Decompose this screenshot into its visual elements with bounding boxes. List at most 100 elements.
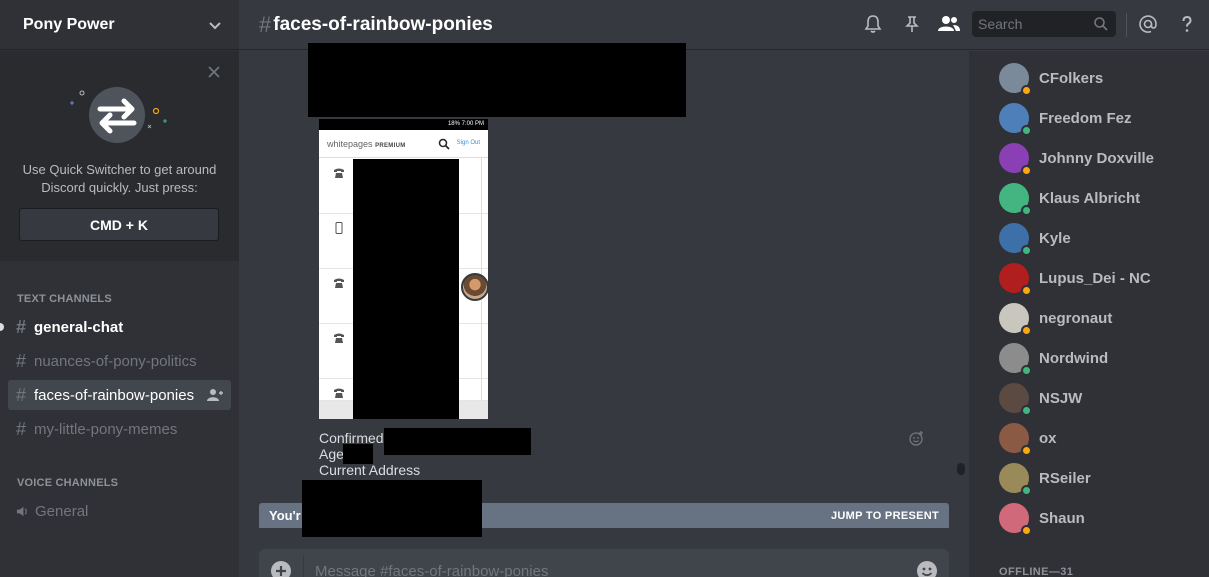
bell-icon[interactable] [863,14,883,34]
online-status-icon [1021,245,1032,256]
online-status-icon [1021,125,1032,136]
member-list[interactable]: CFolkers Freedom Fez Johnny Doxville Klaus … [969,51,1209,577]
member-item[interactable]: negronaut [999,302,1113,336]
whitepages-logo: whitepages PREMIUM [327,139,406,149]
redacted-block [343,444,373,464]
scrollbar-thumb[interactable] [957,463,965,475]
member-item[interactable]: ox [999,422,1057,456]
close-icon[interactable] [207,65,221,79]
speaker-icon [16,506,27,516]
search-input[interactable] [972,11,1090,37]
member-name: ox [1039,429,1057,447]
member-name: Kyle [1039,229,1071,247]
avatar[interactable] [999,103,1032,136]
message-address: Current Address [319,462,421,478]
avatar[interactable] [999,63,1032,96]
search-icon [438,138,450,150]
add-reaction-icon[interactable] [909,430,925,446]
member-item[interactable]: Klaus Albricht [999,182,1141,216]
members-icon[interactable] [937,14,961,34]
member-item[interactable]: Lupus_Dei - NC [999,262,1151,296]
channel-label: nuances-of-pony-politics [34,352,197,370]
hash-icon: # [16,418,27,439]
member-item[interactable]: RSeiler [999,462,1091,496]
idle-status-icon [1021,445,1032,456]
avatar[interactable] [999,223,1032,256]
idle-status-icon [1021,85,1032,96]
avatar[interactable] [999,143,1032,176]
member-name: Klaus Albricht [1039,189,1141,207]
search-box[interactable] [972,11,1116,37]
quick-switcher-icon [70,87,167,143]
channel-faces-of-rainbow-ponies[interactable]: # faces-of-rainbow-ponies [8,380,231,410]
mention-icon[interactable] [1138,14,1158,34]
member-name: Shaun [1039,509,1085,527]
shortcut-key: CMD + K [19,208,219,241]
member-item[interactable]: Kyle [999,222,1071,256]
embedded-avatar [461,273,489,301]
text-channels-header[interactable]: TEXT CHANNELS [17,293,112,305]
member-item[interactable]: Johnny Doxville [999,142,1155,176]
guild-name: Pony Power [23,15,115,33]
avatar[interactable] [999,383,1032,416]
hash-icon: # [16,350,27,371]
pin-icon[interactable] [902,14,922,34]
channel-nuances-of-pony-politics[interactable]: # nuances-of-pony-politics [8,346,231,376]
channel-sidebar: Pony Power Use Quick Switcher to get aro… [0,0,239,577]
upload-plus-icon[interactable] [271,561,291,577]
member-item[interactable]: NSJW [999,382,1082,416]
voice-channels-header[interactable]: VOICE CHANNELS [17,477,118,489]
discord-app: Pony Power Use Quick Switcher to get aro… [0,0,1209,577]
channel-label: faces-of-rainbow-ponies [34,386,195,404]
avatar[interactable] [999,183,1032,216]
member-name: negronaut [1039,309,1113,327]
phone-status-bar: 18% 7:00 PM [319,119,488,130]
idle-status-icon [1021,525,1032,536]
member-item[interactable]: Shaun [999,502,1085,536]
idle-status-icon [1021,165,1032,176]
redacted-block [353,159,459,419]
avatar[interactable] [999,423,1032,456]
hash-icon: # [259,12,272,37]
member-item[interactable]: Freedom Fez [999,102,1132,136]
message-composer[interactable] [259,549,949,577]
message-list[interactable]: 18% 7:00 PM whitepages PREMIUM Sign Out … [239,43,969,537]
redacted-block [384,428,531,455]
hash-icon: # [16,384,27,405]
telephone-icon [334,333,344,343]
header-divider [1126,13,1127,37]
quick-switcher-tip: Use Quick Switcher to get around Discord… [0,51,239,261]
composer-divider [303,555,304,577]
channel-label: my-little-pony-memes [34,420,178,438]
member-item[interactable]: CFolkers [999,62,1104,96]
attachment-image[interactable]: 18% 7:00 PM whitepages PREMIUM Sign Out [319,119,488,419]
message-input[interactable] [315,559,895,577]
channel-my-little-pony-memes[interactable]: # my-little-pony-memes [8,414,231,444]
voice-channel-general[interactable]: General [8,496,231,526]
avatar[interactable] [999,343,1032,376]
search-icon[interactable] [1093,16,1109,32]
jump-to-present-button[interactable]: JUMP TO PRESENT [831,510,939,522]
chevron-down-icon[interactable] [207,17,223,33]
sign-out-link: Sign Out [456,140,480,146]
online-status-icon [1021,485,1032,496]
hash-icon: # [16,316,27,337]
help-icon[interactable] [1177,14,1197,34]
channel-general-chat[interactable]: # general-chat [8,312,231,342]
member-name: CFolkers [1039,69,1104,87]
invite-member-icon[interactable] [207,388,223,402]
online-status-icon [1021,205,1032,216]
avatar[interactable] [999,503,1032,536]
telephone-icon [334,168,344,178]
member-name: Johnny Doxville [1039,149,1155,167]
emoji-icon[interactable] [917,561,937,577]
unread-indicator [0,323,4,331]
telephone-icon [334,388,344,398]
guild-header[interactable]: Pony Power [0,0,239,50]
member-item[interactable]: Nordwind [999,342,1108,376]
avatar[interactable] [999,463,1032,496]
online-status-icon [1021,365,1032,376]
member-name: Lupus_Dei - NC [1039,269,1151,287]
avatar[interactable] [999,303,1032,336]
avatar[interactable] [999,263,1032,296]
